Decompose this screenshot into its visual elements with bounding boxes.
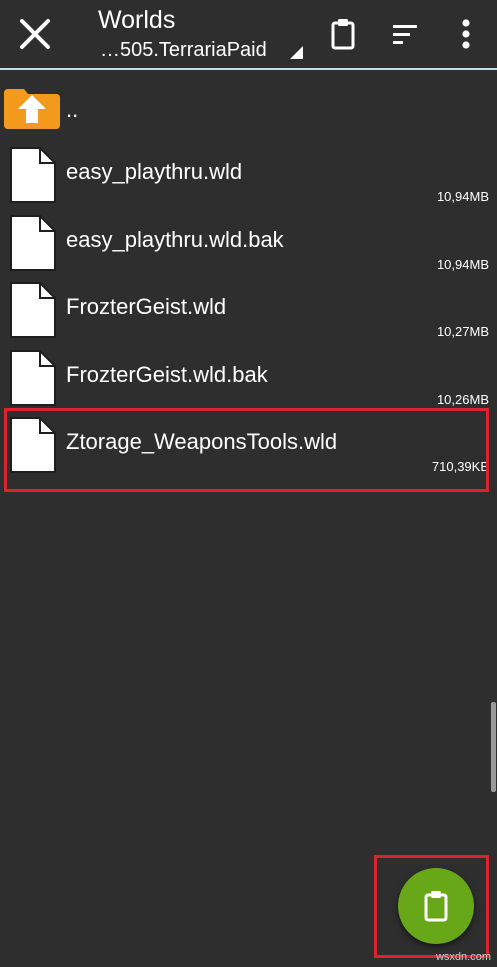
page-title: Worlds — [98, 6, 176, 34]
close-icon[interactable] — [14, 13, 56, 55]
scrollbar[interactable] — [491, 702, 496, 792]
file-icon — [8, 281, 58, 339]
folder-up-icon — [2, 87, 62, 129]
clipboard-icon — [423, 890, 449, 922]
file-icon — [8, 146, 58, 204]
file-icon — [8, 214, 58, 272]
file-name: FrozterGeist.wld.bak — [66, 362, 268, 387]
file-name: easy_playthru.wld.bak — [66, 227, 284, 252]
file-size: 10,26MB — [436, 392, 489, 407]
list-item[interactable]: FrozterGeist.wld.bak 10,26MB — [0, 345, 497, 413]
file-size: 10,94MB — [436, 257, 489, 272]
app-toolbar: Worlds …505.TerrariaPaid — [0, 0, 497, 70]
list-item[interactable]: easy_playthru.wld.bak 10,94MB — [0, 210, 497, 278]
file-name: FrozterGeist.wld — [66, 294, 227, 319]
more-vert-icon[interactable] — [446, 14, 486, 54]
parent-directory-row[interactable]: .. — [0, 82, 497, 142]
file-size: 10,27MB — [436, 324, 489, 339]
highlight-box-file — [4, 408, 489, 492]
file-icon — [8, 349, 58, 407]
watermark: wsxdn.com — [435, 951, 491, 963]
parent-directory-label: .. — [66, 97, 79, 122]
file-size: 10,94MB — [436, 189, 489, 204]
clipboard-icon[interactable] — [323, 14, 363, 54]
dropdown-triangle-icon[interactable] — [288, 44, 304, 60]
sort-icon[interactable] — [384, 14, 424, 54]
path-dropdown[interactable]: …505.TerrariaPaid — [100, 39, 267, 62]
list-item[interactable]: FrozterGeist.wld 10,27MB — [0, 277, 497, 345]
paste-fab-button[interactable] — [398, 868, 474, 944]
list-item[interactable]: easy_playthru.wld 10,94MB — [0, 142, 497, 210]
file-name: easy_playthru.wld — [66, 159, 243, 184]
